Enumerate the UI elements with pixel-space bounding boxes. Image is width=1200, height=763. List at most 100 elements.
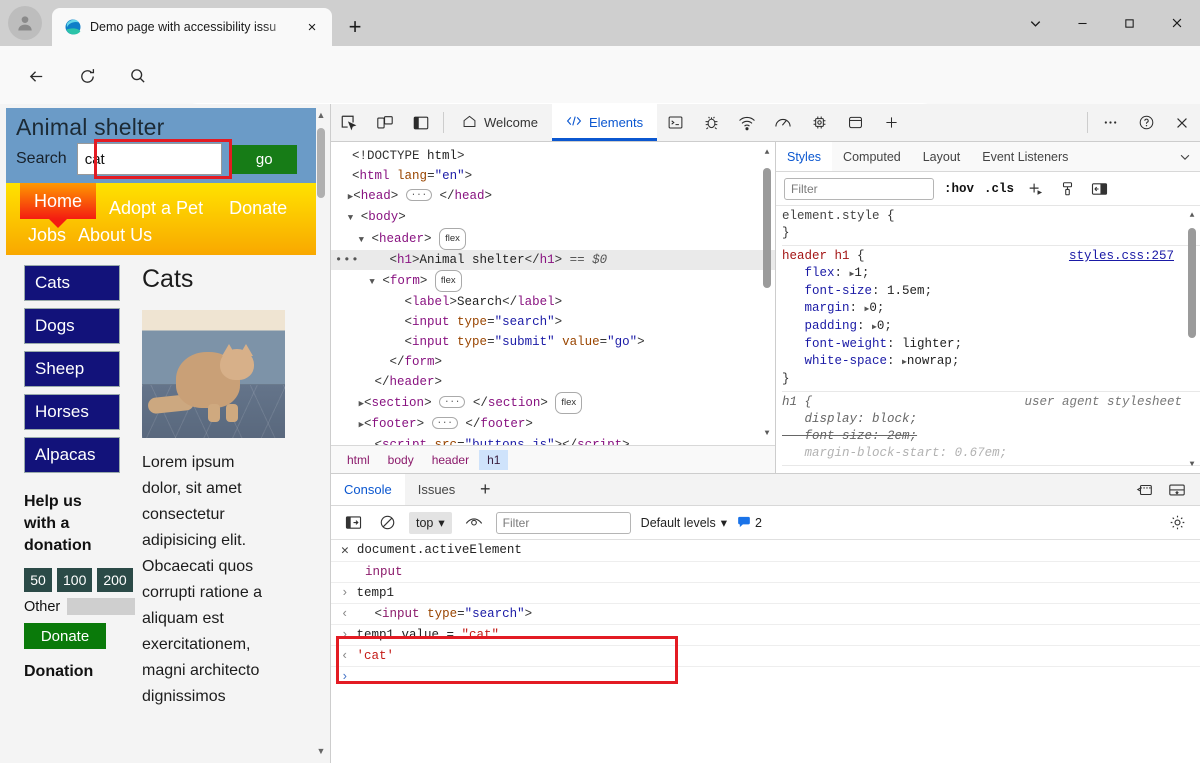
style-prop[interactable]: margin (805, 301, 850, 315)
styles-rules[interactable]: element.style { } header h1 { styles.css… (776, 206, 1200, 473)
close-icon[interactable]: ✕ (341, 543, 349, 558)
tab-actions-chevron-icon[interactable] (1012, 0, 1059, 46)
style-value[interactable]: nowrap (907, 354, 952, 368)
breadcrumb-item-body[interactable]: body (380, 450, 422, 470)
dom-line[interactable]: ▶<head> ··· </head> (331, 186, 775, 207)
tab-layout[interactable]: Layout (912, 142, 972, 171)
style-prop[interactable]: font-size (805, 284, 873, 298)
console-message[interactable]: input (331, 562, 1200, 583)
tab-computed[interactable]: Computed (832, 142, 912, 171)
style-rule-header-h1[interactable]: header h1 { styles.css:257 flex: ▶1; fon… (782, 246, 1200, 392)
dom-line[interactable]: <script src="buttons.js"></script> (331, 435, 775, 445)
tab-close-icon[interactable]: × (300, 15, 324, 39)
more-tools-plus-icon[interactable] (873, 104, 909, 141)
dom-line[interactable]: ▼ <header> flex (331, 228, 775, 250)
back-icon[interactable] (20, 60, 52, 92)
console-settings-icon[interactable] (1164, 514, 1190, 531)
console-message[interactable]: ‹ <input type="search"> (331, 604, 1200, 625)
add-drawer-tab-button[interactable]: + (468, 474, 502, 505)
style-prop[interactable]: display (805, 412, 858, 426)
dom-line[interactable]: <label>Search</label> (331, 292, 775, 312)
other-amount-input[interactable] (67, 598, 136, 616)
network-icon[interactable] (729, 104, 765, 141)
page-scrollbar[interactable]: ▲ ▼ (314, 108, 328, 758)
dom-line[interactable]: ▼ <body> (331, 207, 775, 228)
nav-item-donate[interactable]: Donate (216, 198, 300, 219)
window-close-icon[interactable] (1153, 0, 1200, 46)
scroll-down-icon[interactable]: ▼ (314, 744, 328, 758)
toggle-computed-sidebar-icon[interactable] (1088, 182, 1110, 196)
dom-line[interactable]: </form> (331, 352, 775, 372)
style-value[interactable]: block (872, 412, 910, 426)
style-rule-element-style[interactable]: element.style { } (782, 206, 1200, 246)
scroll-up-icon[interactable]: ▲ (314, 108, 328, 122)
dom-line[interactable]: ▶<section> ··· </section> flex (331, 392, 775, 414)
console-issues-badge[interactable]: 2 (737, 516, 762, 530)
dom-line[interactable]: ▶<footer> ··· </footer> (331, 414, 775, 435)
style-source-link[interactable]: styles.css:257 (1069, 248, 1174, 265)
dock-side-icon[interactable] (403, 104, 439, 141)
cls-toggle[interactable]: .cls (984, 182, 1014, 196)
go-button[interactable]: go (231, 144, 297, 174)
sources-bug-icon[interactable] (693, 104, 729, 141)
scroll-thumb[interactable] (317, 128, 325, 198)
amount-button-50[interactable]: 50 (24, 568, 52, 593)
scroll-thumb[interactable] (763, 168, 771, 288)
chevron-down-icon[interactable] (1170, 142, 1200, 171)
dom-tree[interactable]: <!DOCTYPE html> <html lang="en"> ▶<head>… (331, 142, 775, 445)
restore-drawer-icon[interactable] (1132, 477, 1158, 503)
devtools-tab-welcome[interactable]: Welcome (448, 104, 552, 141)
refresh-icon[interactable] (71, 60, 103, 92)
dom-line[interactable]: <html lang="en"> (331, 166, 775, 186)
style-rule-h1-ua[interactable]: h1 { user agent stylesheet display: bloc… (782, 392, 1200, 466)
memory-chip-icon[interactable] (801, 104, 837, 141)
style-prop[interactable]: padding (805, 319, 858, 333)
devtools-tab-elements[interactable]: Elements (551, 104, 658, 141)
live-expression-icon[interactable] (462, 511, 486, 535)
breadcrumb-item-html[interactable]: html (339, 450, 378, 470)
minimize-icon[interactable] (1059, 0, 1106, 46)
application-icon[interactable] (837, 104, 873, 141)
console-sidebar-icon[interactable] (341, 511, 365, 535)
style-prop[interactable]: font-weight (805, 337, 888, 351)
more-options-icon[interactable] (1092, 104, 1128, 141)
category-button-sheep[interactable]: Sheep (24, 351, 120, 388)
dom-line[interactable]: <!DOCTYPE html> (331, 146, 775, 166)
scroll-down-icon[interactable]: ▼ (1186, 457, 1198, 471)
profile-avatar[interactable] (8, 6, 42, 40)
console-icon[interactable] (657, 104, 693, 141)
scroll-down-icon[interactable]: ▼ (761, 427, 773, 441)
dom-line[interactable]: <input type="submit" value="go"> (331, 332, 775, 352)
category-button-cats[interactable]: Cats (24, 265, 120, 302)
tab-event-listeners[interactable]: Event Listeners (971, 142, 1079, 171)
style-value[interactable]: 1 (854, 266, 862, 280)
styles-filter-input[interactable]: Filter (784, 177, 934, 200)
style-prop[interactable]: font-size (805, 429, 873, 443)
style-value[interactable]: lighter (902, 337, 955, 351)
console-message[interactable]: › temp1 (331, 583, 1200, 604)
donate-button[interactable]: Donate (24, 623, 106, 650)
style-prop[interactable]: flex (805, 266, 835, 280)
console-filter-input[interactable]: Filter (495, 511, 631, 534)
style-prop[interactable]: margin-block-start (805, 446, 940, 460)
search-icon[interactable] (122, 60, 154, 92)
dom-line[interactable]: </header> (331, 372, 775, 392)
clear-console-icon[interactable] (375, 511, 399, 535)
dom-line-selected[interactable]: ••• <h1>Animal shelter</h1> == $0 (331, 250, 775, 270)
hov-toggle[interactable]: :hov (944, 182, 974, 196)
breadcrumb-item-h1[interactable]: h1 (479, 449, 509, 470)
search-input[interactable]: cat (76, 143, 222, 176)
scroll-up-icon[interactable]: ▲ (1186, 208, 1198, 222)
amount-button-100[interactable]: 100 (57, 568, 93, 593)
console-message[interactable]: ✕ document.activeElement (331, 540, 1200, 562)
category-button-alpacas[interactable]: Alpacas (24, 437, 120, 474)
dom-line[interactable]: ▼ <form> flex (331, 270, 775, 292)
console-message-highlighted[interactable]: › temp1.value = "cat" (331, 625, 1200, 646)
scroll-thumb[interactable] (1188, 228, 1196, 338)
new-tab-button[interactable]: + (340, 12, 370, 42)
amount-button-200[interactable]: 200 (97, 568, 133, 593)
element-classes-icon[interactable] (1056, 181, 1078, 197)
nav-item-about-us[interactable]: About Us (78, 225, 152, 246)
maximize-icon[interactable] (1106, 0, 1153, 46)
console-context-selector[interactable]: top ▾ (409, 511, 452, 534)
